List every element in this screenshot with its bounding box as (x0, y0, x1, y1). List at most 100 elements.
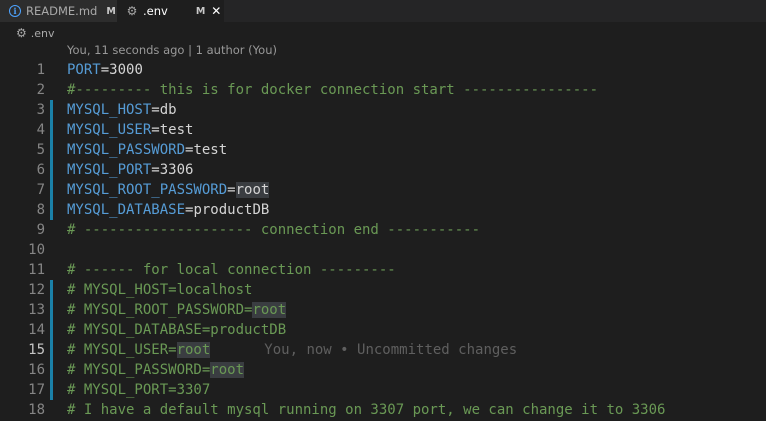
code-text: # -------------------- connection end --… (67, 220, 480, 240)
tab-env[interactable]: ⚙ .env M ✕ (118, 0, 224, 22)
line-number: 18 (28, 402, 45, 418)
env-key: MYSQL_USER (67, 122, 152, 138)
modified-badge: M (106, 5, 116, 17)
comment-text: # MYSQL_PORT=3307 (67, 382, 211, 398)
code-line[interactable]: 7 MYSQL_ROOT_PASSWORD=root (0, 180, 766, 200)
modified-gutter-marker (50, 280, 53, 300)
code-line[interactable]: 3 MYSQL_HOST=db (0, 100, 766, 120)
breadcrumb: ⚙ .env (16, 25, 55, 41)
code-text: MYSQL_ROOT_PASSWORD=root (67, 180, 270, 200)
env-key: MYSQL_DATABASE (67, 202, 186, 218)
env-value: db (159, 102, 177, 118)
env-equals: = (100, 62, 110, 78)
modified-gutter-marker (50, 320, 53, 340)
env-key: MYSQL_PASSWORD (67, 142, 186, 158)
code-text: # ------ for local connection --------- (67, 260, 396, 280)
env-equals: = (227, 182, 236, 198)
comment-text: # MYSQL_ROOT_PASSWORD= (67, 302, 253, 318)
comment-text: # MYSQL_DATABASE=productDB (67, 322, 287, 338)
env-equals: = (151, 122, 160, 138)
line-number: 2 (36, 82, 45, 98)
code-text: MYSQL_USER=test (67, 120, 193, 140)
modified-gutter-marker (50, 100, 53, 120)
highlighted-match: root (176, 342, 211, 358)
info-icon: i (9, 5, 21, 17)
comment-text: # MYSQL_HOST=localhost (67, 282, 253, 298)
env-value: root (235, 182, 270, 198)
code-line[interactable]: 9 # -------------------- connection end -… (0, 220, 766, 240)
tab-readme[interactable]: i README.md M (0, 0, 118, 22)
code-text: MYSQL_HOST=db (67, 100, 177, 120)
close-icon[interactable]: ✕ (211, 5, 221, 17)
line-number: 5 (36, 142, 45, 158)
modified-gutter-marker (50, 340, 53, 360)
comment-text: # -------------------- connection end --… (67, 222, 481, 238)
modified-gutter-marker (50, 200, 53, 220)
env-key: MYSQL_PORT (67, 162, 152, 178)
code-text: # I have a default mysql running on 3307… (67, 400, 665, 420)
line-number: 15 (28, 342, 45, 358)
comment-text: #--------- this is for docker connection… (67, 82, 599, 98)
line-number: 6 (36, 162, 45, 178)
comment-text: # MYSQL_USER= (67, 342, 177, 358)
line-number: 17 (28, 382, 45, 398)
env-key: PORT (67, 62, 101, 78)
code-line[interactable]: 11 # ------ for local connection --------… (0, 260, 766, 280)
env-equals: = (151, 162, 160, 178)
code-text: # MYSQL_HOST=localhost (67, 280, 252, 300)
env-key: MYSQL_ROOT_PASSWORD (67, 182, 228, 198)
code-line[interactable]: 2 #--------- this is for docker connectio… (0, 80, 766, 100)
modified-badge: M (195, 5, 206, 17)
code-line[interactable]: 15 # MYSQL_USER=root You, now • Uncommitte… (0, 340, 766, 360)
gear-icon: ⚙ (126, 4, 138, 18)
modified-gutter-marker (50, 140, 53, 160)
code-text: # MYSQL_USER=root You, now • Uncommitted … (67, 340, 517, 360)
code-line[interactable]: 14 # MYSQL_DATABASE=productDB (0, 320, 766, 340)
line-number: 4 (36, 122, 45, 138)
line-number: 7 (36, 182, 45, 198)
code-editor[interactable]: 1 PORT=3000 2 #--------- this is for docker… (0, 60, 766, 420)
code-text: MYSQL_PORT=3306 (67, 160, 193, 180)
env-value: 3000 (109, 62, 143, 78)
code-line[interactable]: 1 PORT=3000 (0, 60, 766, 80)
code-line[interactable]: 10 (0, 240, 766, 260)
code-line[interactable]: 17 # MYSQL_PORT=3307 (0, 380, 766, 400)
code-line[interactable]: 13 # MYSQL_ROOT_PASSWORD=root (0, 300, 766, 320)
inline-blame: You, now • Uncommitted changes (264, 342, 518, 358)
line-number: 3 (36, 102, 45, 118)
line-number: 12 (28, 282, 45, 298)
line-number: 13 (28, 302, 45, 318)
code-line[interactable]: 5 MYSQL_PASSWORD=test (0, 140, 766, 160)
code-line[interactable]: 12 # MYSQL_HOST=localhost (0, 280, 766, 300)
line-number: 9 (36, 222, 45, 238)
code-text: MYSQL_PASSWORD=test (67, 140, 227, 160)
env-value: test (193, 142, 228, 158)
env-key: MYSQL_HOST (67, 102, 152, 118)
env-equals: = (151, 102, 160, 118)
code-text: PORT=3000 (67, 60, 143, 80)
modified-gutter-marker (50, 120, 53, 140)
code-text: MYSQL_DATABASE=productDB (67, 200, 269, 220)
comment-text: # ------ for local connection --------- (67, 262, 396, 278)
modified-gutter-marker (50, 180, 53, 200)
breadcrumb-file[interactable]: .env (31, 27, 55, 40)
code-line[interactable]: 6 MYSQL_PORT=3306 (0, 160, 766, 180)
code-text: # MYSQL_ROOT_PASSWORD=root (67, 300, 287, 320)
modified-gutter-marker (50, 300, 53, 320)
code-line[interactable]: 4 MYSQL_USER=test (0, 120, 766, 140)
line-number: 16 (28, 362, 45, 378)
codelens-blame[interactable]: You, 11 seconds ago | 1 author (You) (67, 43, 277, 57)
gear-icon: ⚙ (16, 26, 27, 40)
code-line[interactable]: 16 # MYSQL_PASSWORD=root (0, 360, 766, 380)
code-text: # MYSQL_PASSWORD=root (67, 360, 245, 380)
code-line[interactable]: 18 # I have a default mysql running on 33… (0, 400, 766, 420)
env-value: test (159, 122, 194, 138)
code-text: # MYSQL_PORT=3307 (67, 380, 210, 400)
line-number: 11 (28, 262, 45, 278)
highlighted-match: root (210, 362, 245, 378)
tab-label: .env (143, 4, 168, 18)
code-line[interactable]: 8 MYSQL_DATABASE=productDB (0, 200, 766, 220)
line-number: 8 (36, 202, 45, 218)
comment-text: # I have a default mysql running on 3307… (67, 402, 666, 418)
highlighted-match: root (252, 302, 287, 318)
